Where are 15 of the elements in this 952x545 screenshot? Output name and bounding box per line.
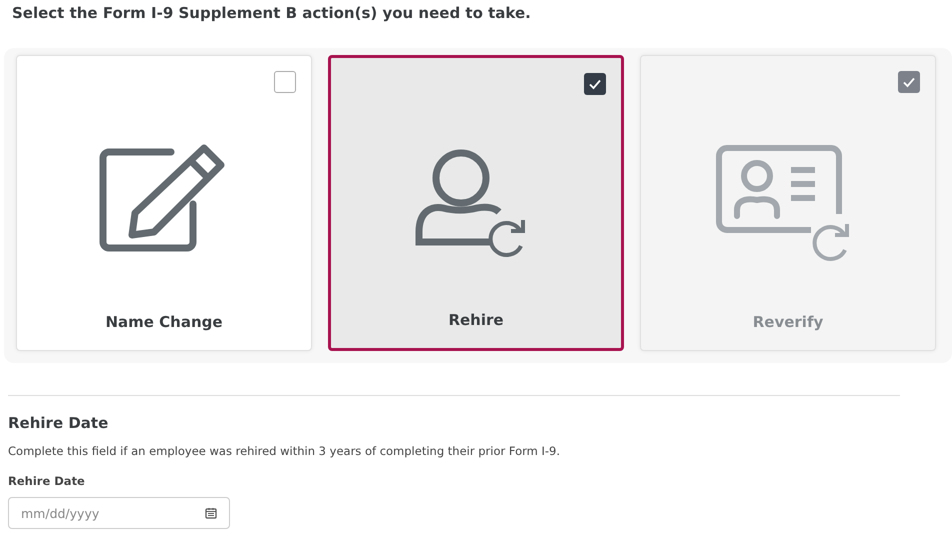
checkbox[interactable] xyxy=(274,71,296,93)
section-description: Complete this field if an employee was rehired within 3 years of completing their prior Form I-9. xyxy=(8,444,561,458)
page-heading: Select the Form I-9 Supplement B action(s) you need to take. xyxy=(11,3,532,24)
checkmark-icon xyxy=(588,77,602,91)
card-label: Reverify xyxy=(752,313,824,331)
field-label: Rehire Date xyxy=(8,474,86,488)
date-field[interactable]: mm/dd/yyyy xyxy=(8,497,230,529)
checkmark-icon xyxy=(902,75,916,89)
calendar-icon[interactable] xyxy=(205,507,217,519)
action-card[interactable]: Name Change xyxy=(16,55,312,351)
checkbox[interactable] xyxy=(584,73,606,95)
section-title: Rehire Date xyxy=(8,414,110,432)
action-card[interactable]: Rehire xyxy=(328,55,624,351)
card-label: Rehire xyxy=(448,311,504,329)
card-label: Name Change xyxy=(105,313,223,331)
